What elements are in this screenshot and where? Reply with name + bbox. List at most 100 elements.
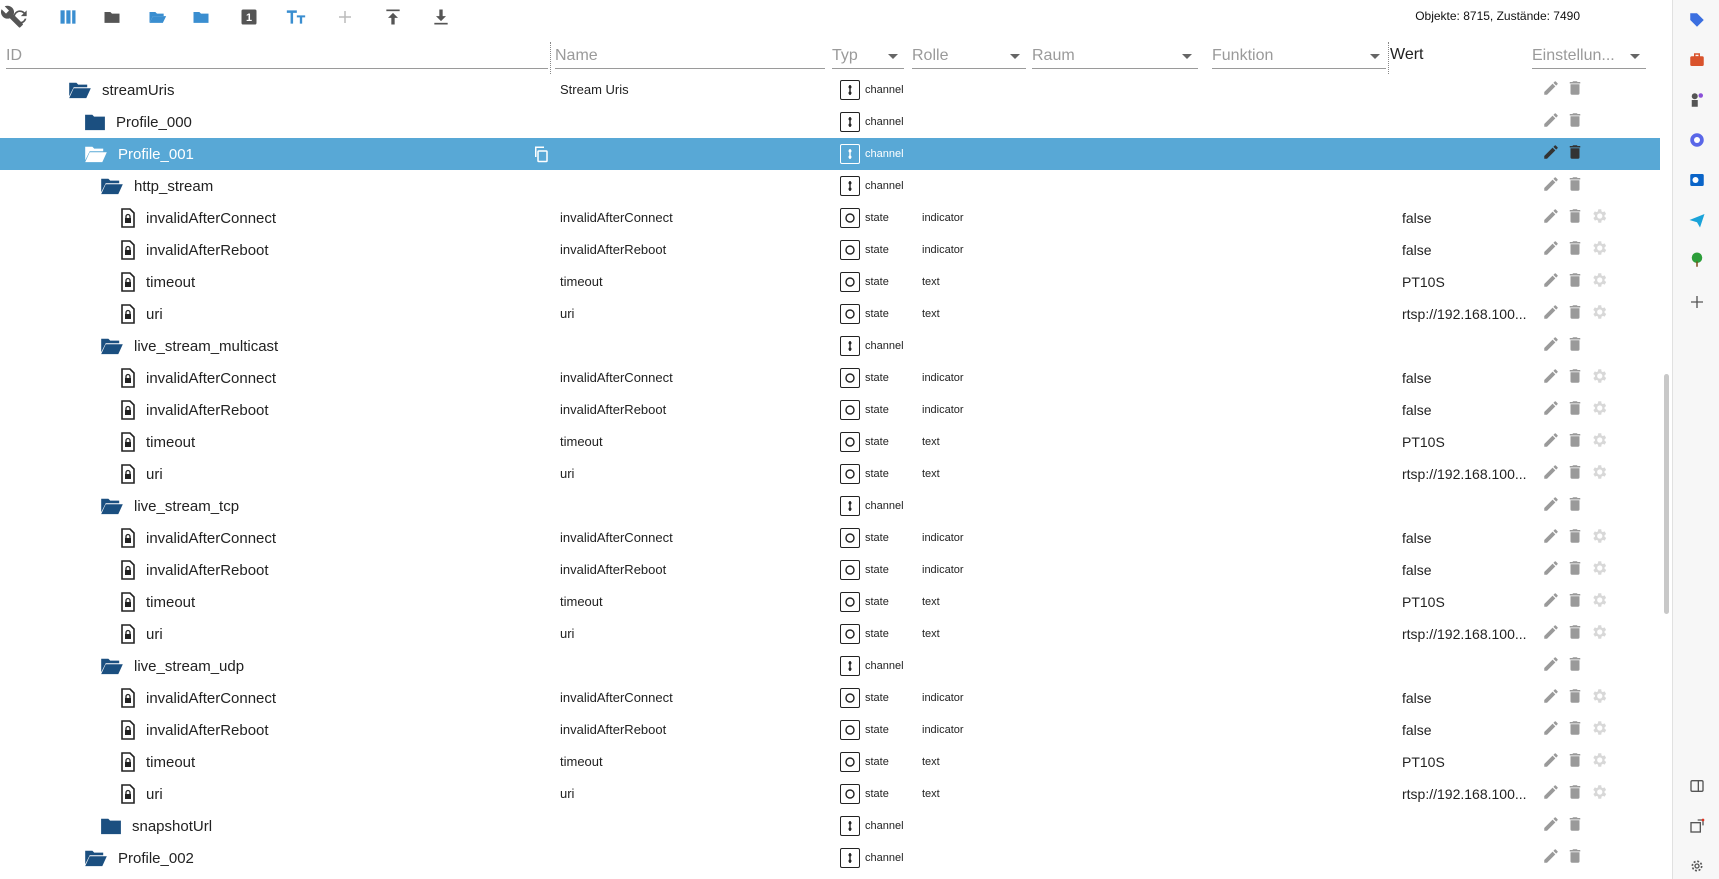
table-row[interactable]: Profile_002 channel [0,842,1660,874]
briefcase-icon[interactable] [1687,50,1707,70]
tree-icon[interactable] [1687,250,1707,270]
value-cell[interactable]: PT10S [1402,586,1542,618]
delete-icon[interactable] [1566,175,1584,198]
value-cell[interactable]: rtsp://192.168.100... [1402,298,1542,330]
scrollbar-thumb[interactable] [1664,374,1669,614]
delete-icon[interactable] [1566,847,1584,870]
table-row[interactable]: invalidAfterConnect invalidAfterConnect st… [0,522,1660,554]
delete-icon[interactable] [1566,399,1584,422]
gear-icon[interactable] [1590,591,1608,614]
delete-icon[interactable] [1566,719,1584,742]
gear-icon[interactable] [1590,687,1608,710]
table-row[interactable]: timeout timeout state text PT10S [0,586,1660,618]
id-filter-input[interactable]: ID [6,44,548,69]
add-icon[interactable] [1687,292,1707,312]
gear-icon[interactable] [1590,527,1608,550]
value-cell[interactable]: rtsp://192.168.100... [1402,778,1542,810]
columns-icon[interactable] [55,4,81,30]
edit-icon[interactable] [1542,79,1560,102]
value-cell[interactable]: false [1402,202,1542,234]
folder-open-icon[interactable] [100,337,124,355]
table-row[interactable]: streamUris Stream Uris channel [0,74,1660,106]
send-icon[interactable] [1687,210,1707,230]
delete-icon[interactable] [1566,431,1584,454]
edit-icon[interactable] [1542,655,1560,678]
edit-icon[interactable] [1542,463,1560,486]
delete-icon[interactable] [1566,207,1584,230]
edit-icon[interactable] [1542,175,1560,198]
delete-icon[interactable] [1566,495,1584,518]
edit-icon[interactable] [1542,815,1560,838]
folder-icon[interactable] [99,4,125,30]
value-cell[interactable]: false [1402,394,1542,426]
folder-open-icon[interactable] [100,497,124,515]
edit-icon[interactable] [1542,783,1560,806]
edit-icon[interactable] [1542,207,1560,230]
edit-icon[interactable] [1542,335,1560,358]
gear-icon[interactable] [1590,207,1608,230]
table-row[interactable]: live_stream_tcp channel [0,490,1660,522]
edit-icon[interactable] [1542,751,1560,774]
table-row[interactable]: invalidAfterReboot invalidAfterReboot stat… [0,234,1660,266]
wrench-icon[interactable] [0,4,26,30]
edit-icon[interactable] [1542,687,1560,710]
copilot-icon[interactable] [1687,130,1707,150]
table-row[interactable]: live_stream_udp channel [0,650,1660,682]
gear-icon[interactable] [1590,751,1608,774]
folder-icon[interactable] [100,817,122,835]
delete-icon[interactable] [1566,143,1584,166]
table-row[interactable]: invalidAfterConnect invalidAfterConnect st… [0,202,1660,234]
copy-icon[interactable] [532,145,550,168]
gear-icon[interactable] [1590,367,1608,390]
delete-icon[interactable] [1566,335,1584,358]
gear-icon[interactable] [1590,463,1608,486]
table-row[interactable]: invalidAfterConnect invalidAfterConnect st… [0,682,1660,714]
table-row[interactable]: uri uri state text rtsp://192.168.100... [0,458,1660,490]
delete-icon[interactable] [1566,559,1584,582]
folder-open-icon[interactable] [84,849,108,867]
table-row[interactable]: invalidAfterConnect invalidAfterConnect st… [0,362,1660,394]
value-cell[interactable]: false [1402,682,1542,714]
value-cell[interactable]: rtsp://192.168.100... [1402,618,1542,650]
delete-icon[interactable] [1566,591,1584,614]
upload-icon[interactable] [380,4,406,30]
table-row[interactable]: uri uri state text rtsp://192.168.100... [0,298,1660,330]
value-cell[interactable]: PT10S [1402,266,1542,298]
folder-open-icon[interactable] [144,4,170,30]
edit-icon[interactable] [1542,431,1560,454]
delete-icon[interactable] [1566,527,1584,550]
delete-icon[interactable] [1566,303,1584,326]
gear-icon[interactable] [1590,399,1608,422]
delete-icon[interactable] [1566,655,1584,678]
edit-icon[interactable] [1542,367,1560,390]
delete-icon[interactable] [1566,687,1584,710]
folder-open-icon[interactable] [100,177,124,195]
column-resizer[interactable] [1388,42,1389,74]
add-icon[interactable] [332,4,358,30]
raum-filter-select[interactable]: Raum [1032,44,1198,69]
vertical-scrollbar[interactable] [1662,74,1672,874]
delete-icon[interactable] [1566,623,1584,646]
gear-icon[interactable] [1590,271,1608,294]
table-row[interactable]: invalidAfterReboot invalidAfterReboot stat… [0,394,1660,426]
table-row[interactable]: uri uri state text rtsp://192.168.100... [0,618,1660,650]
edit-icon[interactable] [1542,527,1560,550]
text-size-icon[interactable] [283,4,309,30]
delete-icon[interactable] [1566,271,1584,294]
edit-icon[interactable] [1542,143,1560,166]
chess-icon[interactable] [1687,90,1707,110]
typ-filter-select[interactable]: Typ [832,44,904,69]
value-cell[interactable]: false [1402,522,1542,554]
gear-icon[interactable] [1687,856,1707,876]
download-icon[interactable] [428,4,454,30]
value-cell[interactable]: rtsp://192.168.100... [1402,458,1542,490]
folder-open-icon[interactable] [100,657,124,675]
table-row[interactable]: snapshotUrl channel [0,810,1660,842]
delete-icon[interactable] [1566,815,1584,838]
edit-icon[interactable] [1542,239,1560,262]
value-cell[interactable]: PT10S [1402,746,1542,778]
edit-icon[interactable] [1542,303,1560,326]
gear-icon[interactable] [1590,431,1608,454]
number-one-icon[interactable]: 1 [236,4,262,30]
delete-icon[interactable] [1566,79,1584,102]
